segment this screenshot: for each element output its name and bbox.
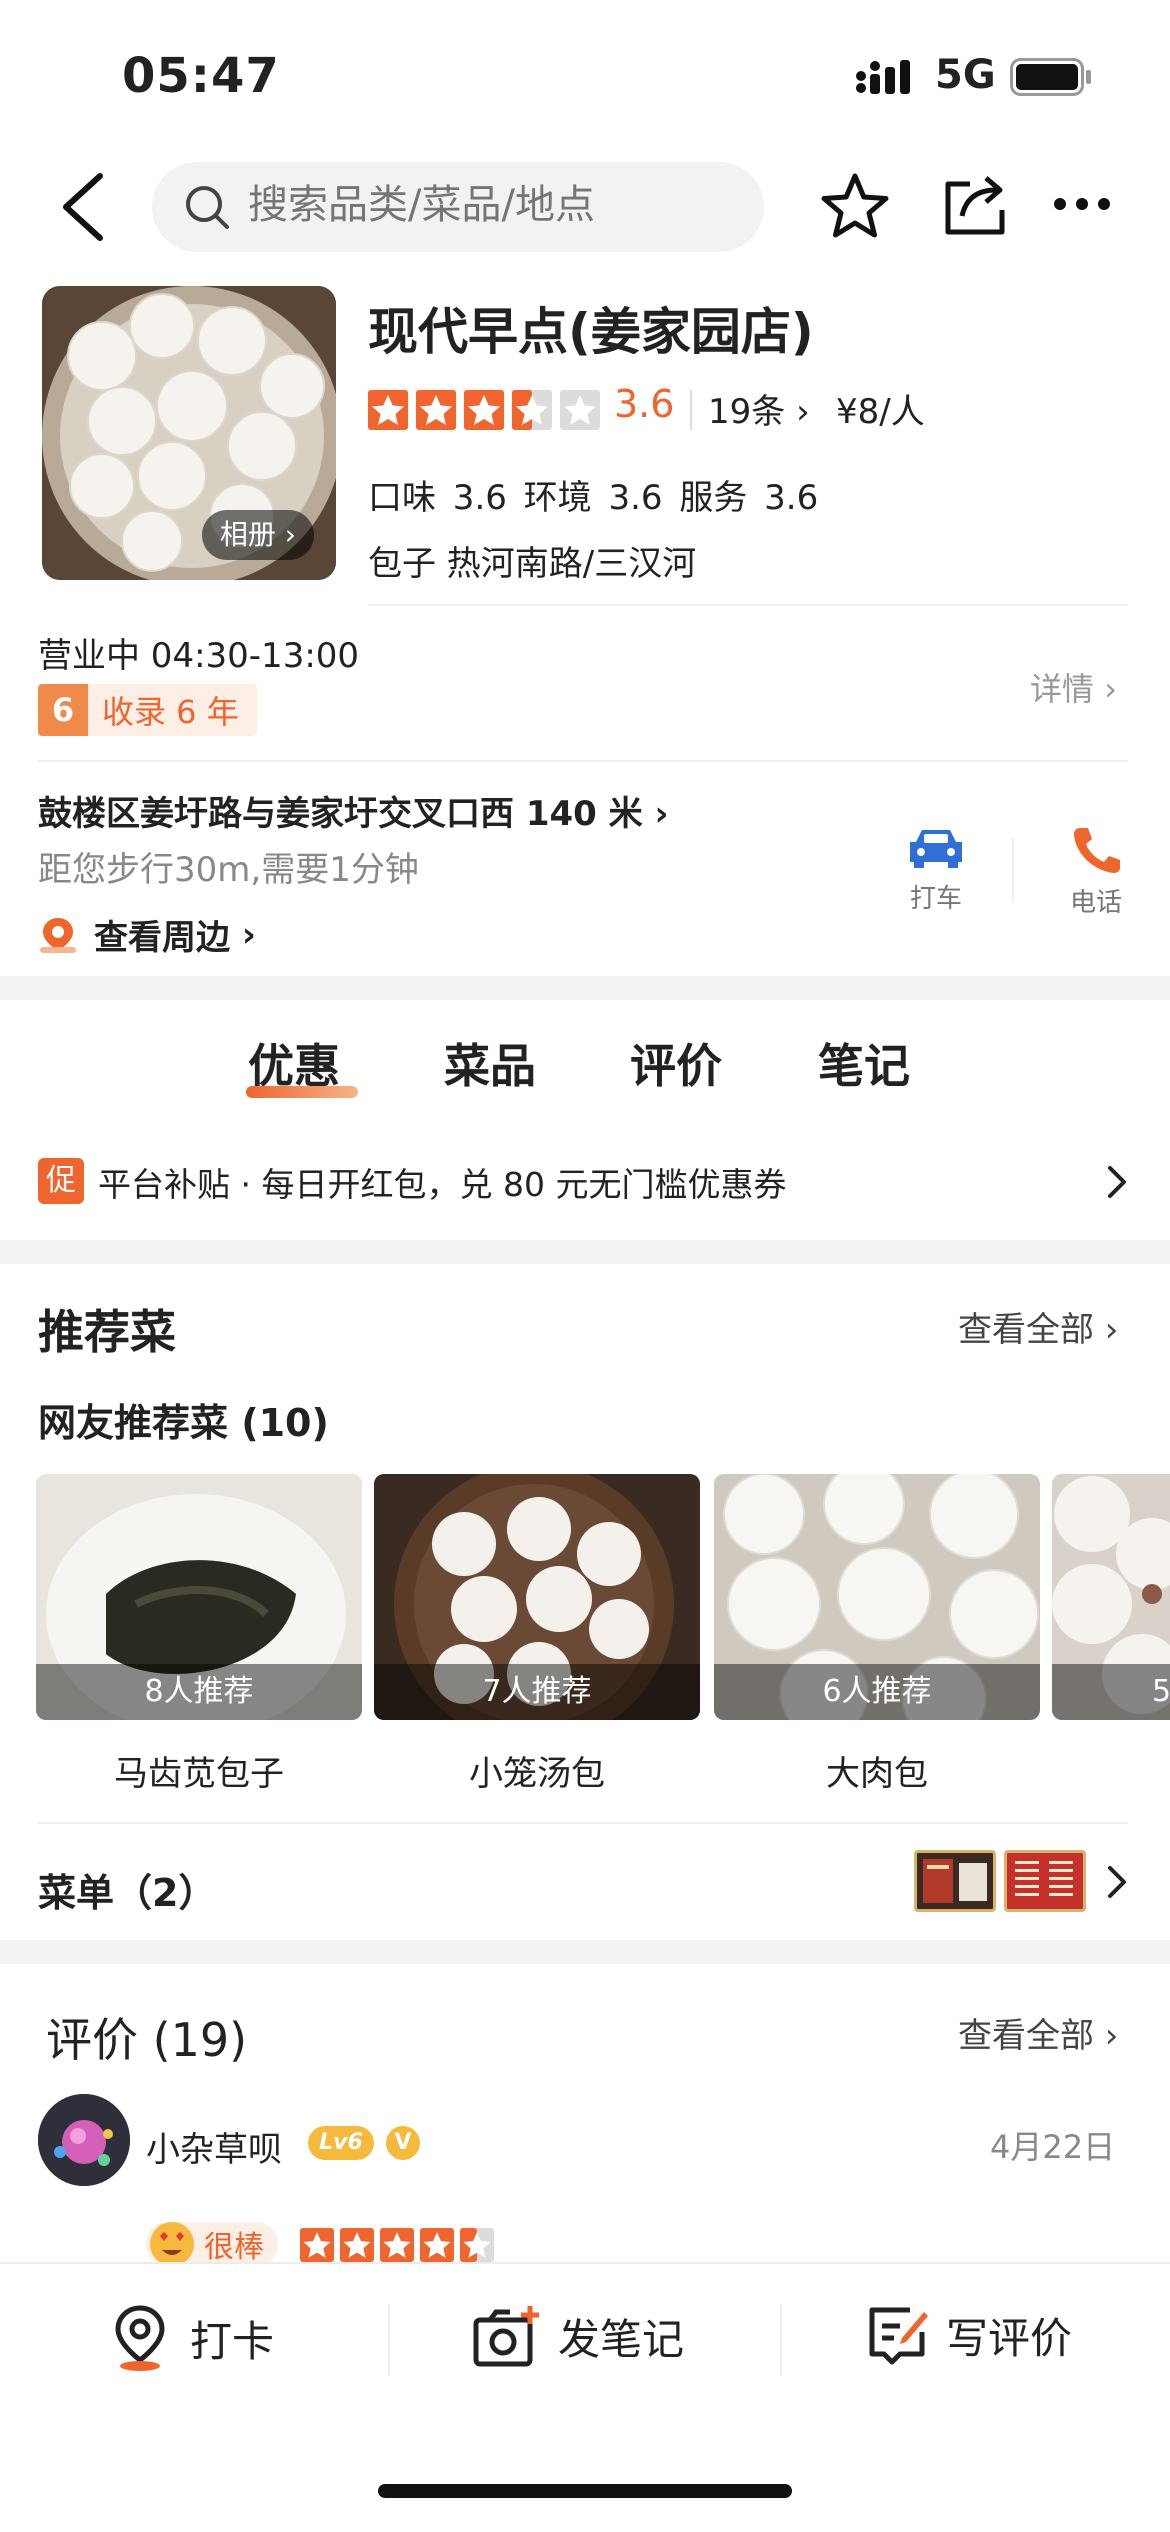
- search-bar[interactable]: [152, 162, 764, 252]
- view-all-label: 查看全部: [958, 2016, 1094, 2056]
- favorite-star-icon[interactable]: [818, 170, 892, 244]
- location-pin-icon: [38, 915, 78, 955]
- sub-scores: 口味 3.6 环境 3.6 服务 3.6: [368, 478, 819, 518]
- active-tab-indicator: [246, 1086, 358, 1098]
- divider: [38, 760, 1128, 762]
- chevron-right-icon[interactable]: [1106, 1164, 1128, 1200]
- signal-icon: [855, 60, 919, 94]
- dish-card[interactable]: 6人推荐: [714, 1474, 1040, 1720]
- divider: [780, 2304, 782, 2376]
- price-per-person: ¥8/人: [836, 392, 925, 432]
- chevron-right-icon[interactable]: [1106, 1864, 1128, 1900]
- dish-name: 大肉包: [826, 1754, 928, 1794]
- dish-recommend-count: 8人推荐: [36, 1664, 362, 1720]
- album-button[interactable]: 相册 ›: [201, 510, 314, 560]
- search-icon: [184, 184, 230, 230]
- location-pin-icon: [110, 2304, 170, 2372]
- heart-eyes-emoji-icon: [146, 2220, 198, 2268]
- review-mood-badge: 很棒: [146, 2222, 278, 2266]
- rating-stars: [368, 388, 602, 432]
- promo-badge: 促: [38, 1158, 84, 1204]
- nearby-link[interactable]: 查看周边 ›: [38, 910, 256, 959]
- review-count-link[interactable]: 19条 ›: [708, 384, 810, 433]
- phone-icon: [1066, 826, 1126, 874]
- shop-photo[interactable]: 相册 ›: [42, 286, 336, 580]
- tab-reviews[interactable]: 评价: [630, 1030, 722, 1096]
- dish-card[interactable]: 7人推荐: [374, 1474, 700, 1720]
- review-mood-text: 很棒: [204, 2230, 264, 2265]
- promo-text[interactable]: 平台补贴 · 每日开红包，兑 80 元无门槛优惠券: [98, 1158, 786, 1206]
- dish-name: 马齿苋包子: [114, 1754, 284, 1794]
- call-button[interactable]: 电话: [1066, 826, 1126, 919]
- address-text: 鼓楼区姜圩路与姜家圩交叉口西 140 米: [38, 794, 643, 834]
- write-review-button[interactable]: 写评价: [866, 2304, 1072, 2366]
- network-label: 5G: [935, 52, 996, 98]
- more-icon[interactable]: [1052, 196, 1112, 212]
- checkin-label: 打卡: [190, 2316, 275, 2366]
- dish-card[interactable]: 8人推荐: [36, 1474, 362, 1720]
- review-date: 4月22日: [990, 2128, 1116, 2166]
- detail-label: 详情: [1030, 670, 1095, 708]
- verified-badge: V: [386, 2126, 420, 2160]
- nearby-label: 查看周边: [94, 918, 230, 958]
- dish-recommend-count: 5: [1052, 1664, 1170, 1720]
- recommended-subtitle: 网友推荐菜 (10): [38, 1401, 329, 1445]
- taxi-label: 打车: [909, 884, 962, 914]
- checkin-button[interactable]: 打卡: [110, 2304, 274, 2372]
- section-gap: [0, 1940, 1170, 1964]
- years-badge-text: 收录 6 年: [102, 693, 239, 731]
- dish-name: 小笼汤包: [469, 1754, 605, 1794]
- post-note-button[interactable]: 发笔记: [472, 2304, 684, 2368]
- back-button[interactable]: [58, 172, 112, 242]
- status-time: 05:47: [122, 48, 280, 104]
- dish-recommend-count: 7人推荐: [374, 1664, 700, 1720]
- recommended-view-all[interactable]: 查看全部 ›: [958, 1302, 1118, 1351]
- status-bar: 05:47 5G: [0, 0, 1170, 150]
- album-label: 相册: [219, 518, 276, 551]
- tab-dishes[interactable]: 菜品: [444, 1030, 536, 1096]
- dish-card[interactable]: 5: [1052, 1474, 1170, 1720]
- home-indicator[interactable]: [378, 2484, 792, 2498]
- divider: [368, 604, 1128, 606]
- divider: [388, 2304, 390, 2376]
- write-review-label: 写评价: [946, 2313, 1073, 2363]
- reviews-view-all[interactable]: 查看全部 ›: [958, 2008, 1118, 2057]
- tab-notes[interactable]: 笔记: [818, 1030, 910, 1096]
- share-icon[interactable]: [940, 170, 1010, 240]
- divider: [690, 390, 692, 430]
- menu-thumbnail[interactable]: [914, 1850, 996, 1912]
- camera-plus-icon: [472, 2304, 542, 2368]
- business-hours: 营业中 04:30-13:00: [38, 636, 360, 676]
- taxi-button[interactable]: 打车: [906, 826, 966, 915]
- view-all-label: 查看全部: [958, 1310, 1094, 1350]
- review-stars: [300, 2226, 496, 2264]
- edit-review-icon: [866, 2304, 930, 2366]
- section-gap: [0, 976, 1170, 1000]
- rating-score: 3.6: [614, 382, 675, 426]
- years-badge-number: 6: [38, 684, 88, 736]
- years-badge: 6 收录 6 年: [38, 684, 257, 736]
- dish-recommend-count: 6人推荐: [714, 1664, 1040, 1720]
- battery-icon: [1010, 58, 1092, 96]
- menu-title[interactable]: 菜单（2）: [38, 1862, 216, 1917]
- reviews-title: 评价 (19): [46, 2013, 248, 2067]
- shop-tags: 包子 热河南路/三汉河: [368, 544, 697, 584]
- avatar[interactable]: [38, 2094, 130, 2186]
- review-username[interactable]: 小杂草呗: [146, 2122, 282, 2171]
- shop-name: 现代早点(姜家园店): [368, 303, 814, 361]
- menu-thumbnail[interactable]: [1004, 1850, 1086, 1912]
- divider: [1012, 838, 1014, 902]
- call-label: 电话: [1069, 888, 1122, 918]
- post-note-label: 发笔记: [558, 2314, 685, 2364]
- detail-link[interactable]: 详情 ›: [1030, 664, 1117, 710]
- address-link[interactable]: 鼓楼区姜圩路与姜家圩交叉口西 140 米 ›: [38, 786, 669, 835]
- level-badge: Lv6: [308, 2126, 374, 2160]
- recommended-title: 推荐菜: [38, 1305, 176, 1359]
- walking-distance: 距您步行30m,需要1分钟: [38, 850, 419, 890]
- car-icon: [906, 826, 966, 870]
- section-gap: [0, 1240, 1170, 1264]
- search-input[interactable]: [248, 182, 728, 228]
- review-count-label: 19条: [708, 392, 786, 432]
- divider: [38, 1822, 1128, 1824]
